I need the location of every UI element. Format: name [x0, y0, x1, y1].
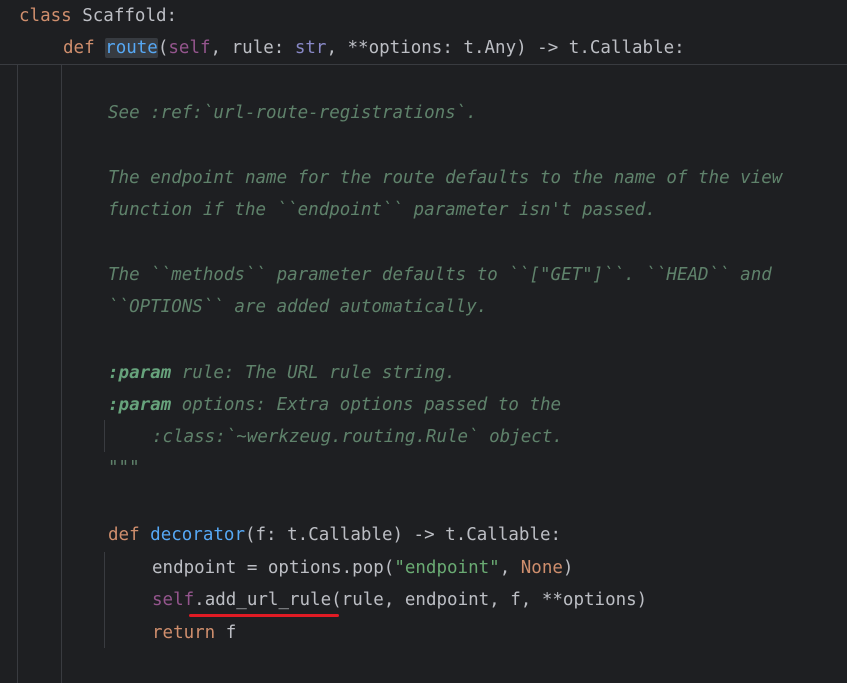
indent-guide	[61, 64, 62, 683]
param-tag: :param	[108, 395, 172, 415]
route-method-signature[interactable]: def route(self, rule: str, **options: t.…	[63, 32, 685, 64]
code-line-return: return f	[152, 623, 237, 643]
sticky-scope-header[interactable]: class Scaffold: def route(self, rule: st…	[0, 0, 847, 65]
docstring-line: See :ref:`url-route-registrations`.	[108, 103, 477, 123]
docstring-line: ``OPTIONS`` are added automatically.	[108, 297, 488, 317]
indent-guide	[104, 420, 105, 452]
param-tag: :param	[108, 363, 172, 383]
indent-guide	[17, 64, 18, 683]
docstring-close: """	[108, 458, 140, 478]
code-line-decorator-def: def decorator(f: t.Callable) -> t.Callab…	[108, 525, 562, 545]
route-function-name[interactable]: route	[105, 38, 158, 58]
indent-guide	[104, 552, 105, 648]
docstring-line: :class:`~werkzeug.routing.Rule` object.	[152, 427, 563, 447]
code-line-add-url-rule: self.add_url_rule(rule, endpoint, f, **o…	[152, 590, 648, 610]
docstring-line: function if the ``endpoint`` parameter i…	[108, 200, 656, 220]
docstring-line: The ``methods`` parameter defaults to ``…	[108, 265, 772, 285]
docstring-line: The endpoint name for the route defaults…	[108, 168, 783, 188]
code-line-endpoint: endpoint = options.pop("endpoint", None)	[152, 558, 574, 578]
class-declaration[interactable]: class Scaffold:	[19, 0, 177, 32]
decorator-function-name[interactable]: decorator	[150, 525, 245, 545]
docstring-param-line: :param rule: The URL rule string.	[108, 363, 456, 383]
docstring-param-line: :param options: Extra options passed to …	[108, 395, 562, 415]
code-editor[interactable]: See :ref:`url-route-registrations`. The …	[0, 0, 847, 683]
add-url-rule-call[interactable]: add_url_rule	[205, 590, 331, 610]
